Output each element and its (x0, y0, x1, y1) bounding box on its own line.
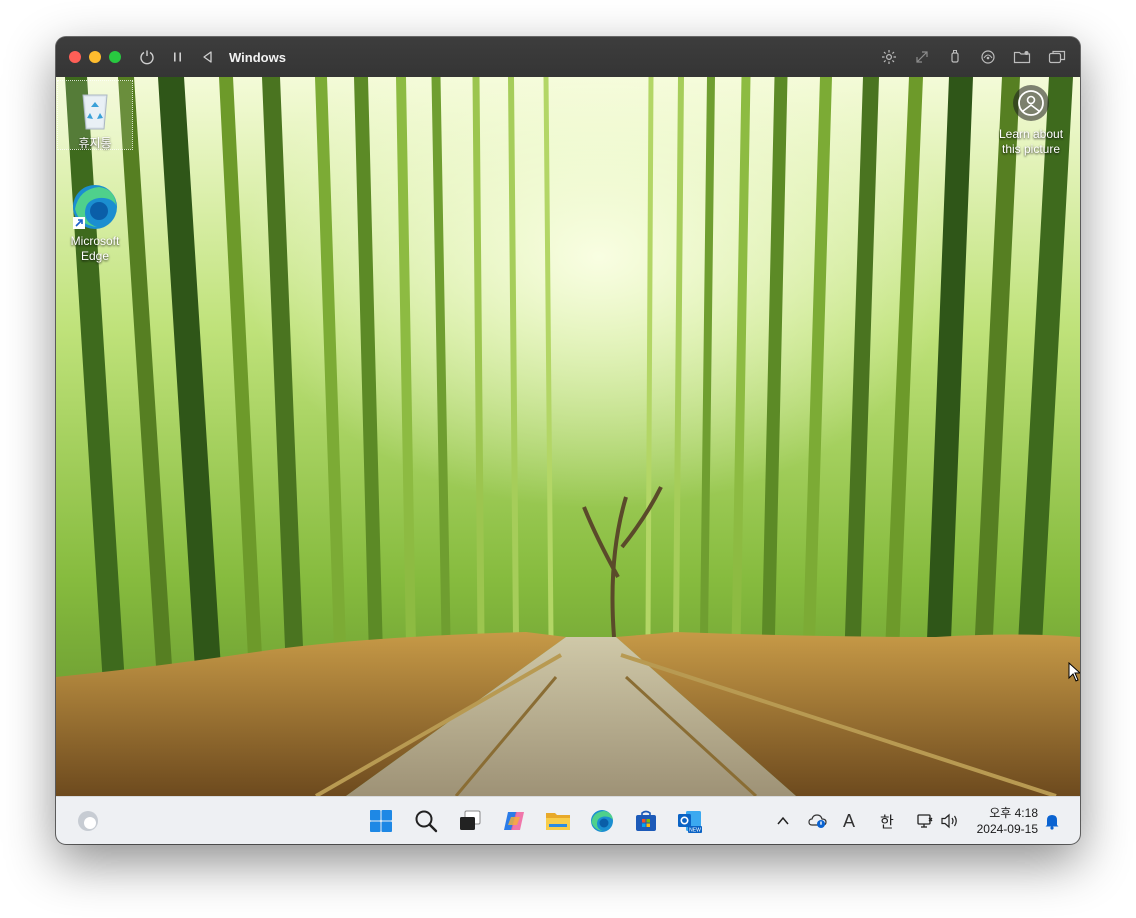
bamboo-forest-wallpaper (56, 77, 1080, 796)
mouse-cursor-icon (1068, 661, 1080, 687)
file-explorer-icon[interactable] (544, 807, 572, 835)
camera-icon (1013, 85, 1049, 121)
desktop-icon-label: Microsoft Edge (70, 234, 120, 263)
clock-date: 2024-09-15 (976, 822, 1038, 836)
desktop-icon-edge[interactable]: Microsoft Edge (58, 179, 132, 264)
learn-label-line2: this picture (1001, 142, 1061, 156)
clock-time: 오후 4:18 (989, 806, 1038, 820)
power-icon[interactable] (139, 49, 155, 65)
network-icon[interactable] (980, 49, 996, 65)
learn-about-picture[interactable]: Learn about this picture (984, 85, 1078, 157)
desktop-icon-label: 휴지통 (78, 136, 112, 150)
brightness-icon[interactable] (881, 49, 897, 65)
outlook-icon[interactable]: NEW (676, 807, 704, 835)
network-status-icon[interactable] (916, 797, 934, 844)
back-icon[interactable] (201, 50, 215, 64)
edge-icon (71, 183, 119, 231)
svg-text:NEW: NEW (689, 828, 701, 834)
start-icon[interactable] (367, 807, 395, 835)
windows-icon[interactable] (1048, 49, 1066, 65)
title-bar: Windows (56, 37, 1080, 78)
show-hidden-icons-button[interactable] (776, 797, 790, 844)
taskbar: NEW A 한 오후 4:18 2024-09-15 (56, 796, 1080, 844)
minimize-window-button[interactable] (89, 51, 101, 63)
edge-taskbar-icon[interactable] (588, 807, 616, 835)
volume-icon[interactable] (940, 797, 960, 844)
widgets-weather-icon[interactable] (74, 807, 102, 835)
zoom-window-button[interactable] (109, 51, 121, 63)
search-icon[interactable] (412, 807, 440, 835)
window-title: Windows (229, 49, 286, 65)
store-icon[interactable] (632, 807, 660, 835)
input-mode-indicator[interactable]: A (843, 797, 855, 844)
onedrive-icon[interactable] (808, 797, 828, 844)
copilot-icon[interactable] (500, 807, 528, 835)
close-window-button[interactable] (69, 51, 81, 63)
vm-window: Windows 휴지통 Microsoft Edge Learn about t… (56, 37, 1080, 844)
usb-icon[interactable] (947, 49, 963, 65)
traffic-lights (69, 51, 121, 63)
clock[interactable]: 오후 4:18 2024-09-15 (977, 805, 1038, 837)
ime-indicator[interactable]: 한 (880, 797, 894, 844)
pause-icon[interactable] (171, 50, 185, 64)
learn-label-line1: Learn about (998, 127, 1064, 141)
desktop-wallpaper: 휴지통 Microsoft Edge Learn about this pict… (56, 77, 1080, 796)
task-view-icon[interactable] (456, 807, 484, 835)
shared-folder-icon[interactable] (1013, 49, 1031, 65)
recycle-bin-icon (71, 85, 119, 133)
notification-bell-icon[interactable] (1044, 797, 1060, 844)
desktop-icon-recycle-bin[interactable]: 휴지통 (57, 80, 133, 150)
resize-icon[interactable] (914, 49, 930, 65)
